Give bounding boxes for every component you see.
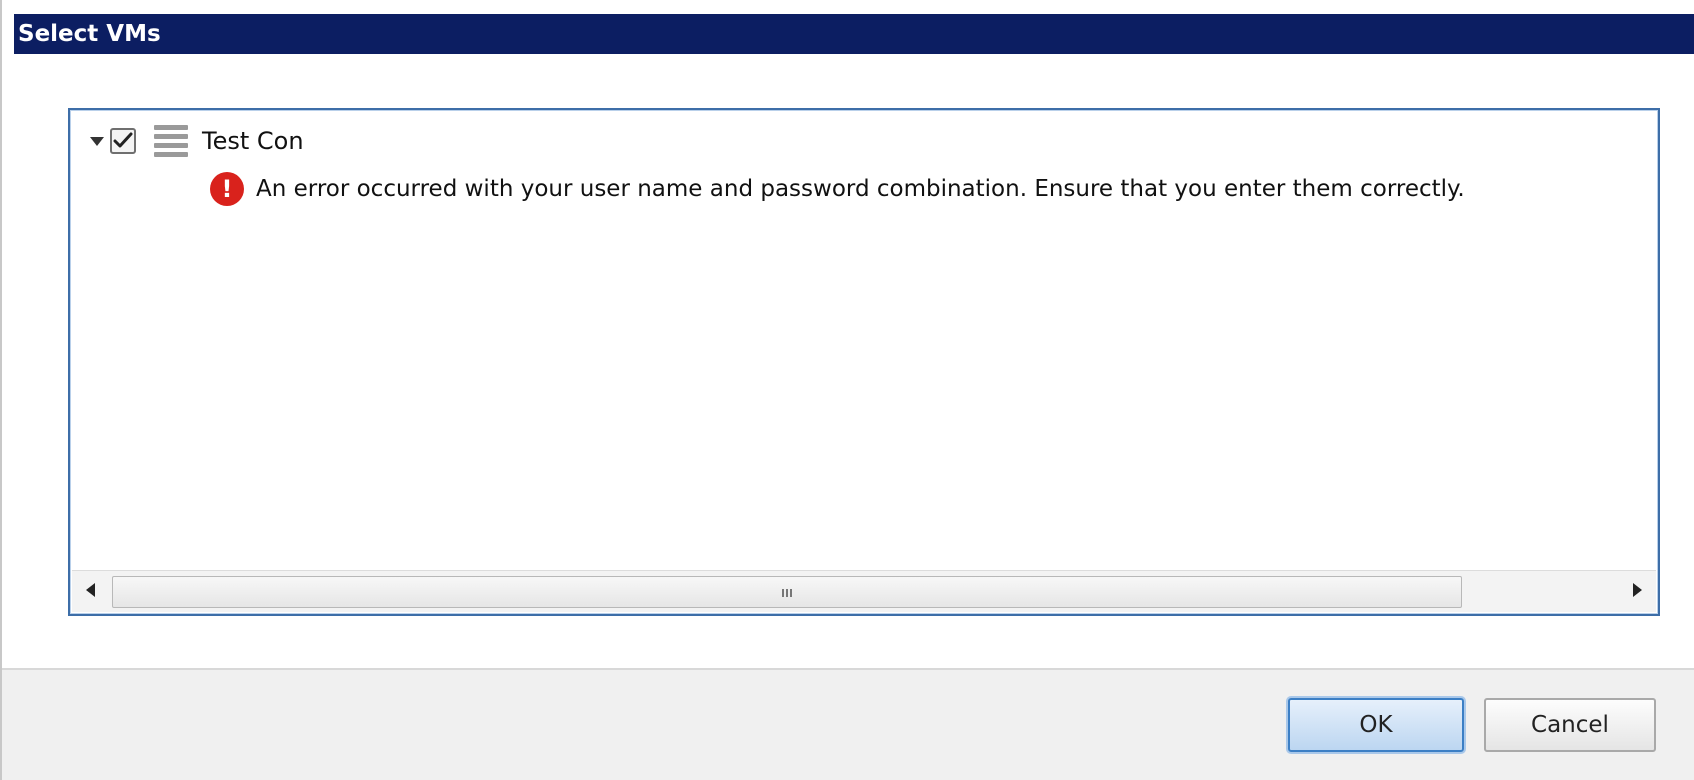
tree-item-label: Test Con [202,127,304,155]
cancel-button[interactable]: Cancel [1484,698,1656,752]
scrollbar-thumb[interactable] [112,576,1462,608]
scroll-left-arrow-icon[interactable] [86,583,95,597]
error-message: An error occurred with your user name an… [256,176,1465,202]
error-icon: ! [210,172,244,206]
vm-tree-panel[interactable]: Test Con ! An error occurred with your u… [68,108,1660,616]
select-vms-dialog: Select VMs Test Con ! An error occurred … [0,0,1694,780]
error-message-row: ! An error occurred with your user name … [210,172,1465,206]
scroll-right-arrow-icon[interactable] [1633,583,1642,597]
checkmark-icon [113,132,133,148]
dialog-footer: OK Cancel [2,668,1694,780]
server-icon [154,125,188,157]
tree-item-test-con[interactable]: Test Con [90,124,304,158]
grip-icon [782,589,792,597]
expand-arrow-icon[interactable] [90,136,104,146]
dialog-title: Select VMs [14,14,1694,54]
tree-item-checkbox[interactable] [110,128,136,154]
ok-button[interactable]: OK [1288,698,1464,752]
horizontal-scrollbar[interactable] [72,570,1656,612]
